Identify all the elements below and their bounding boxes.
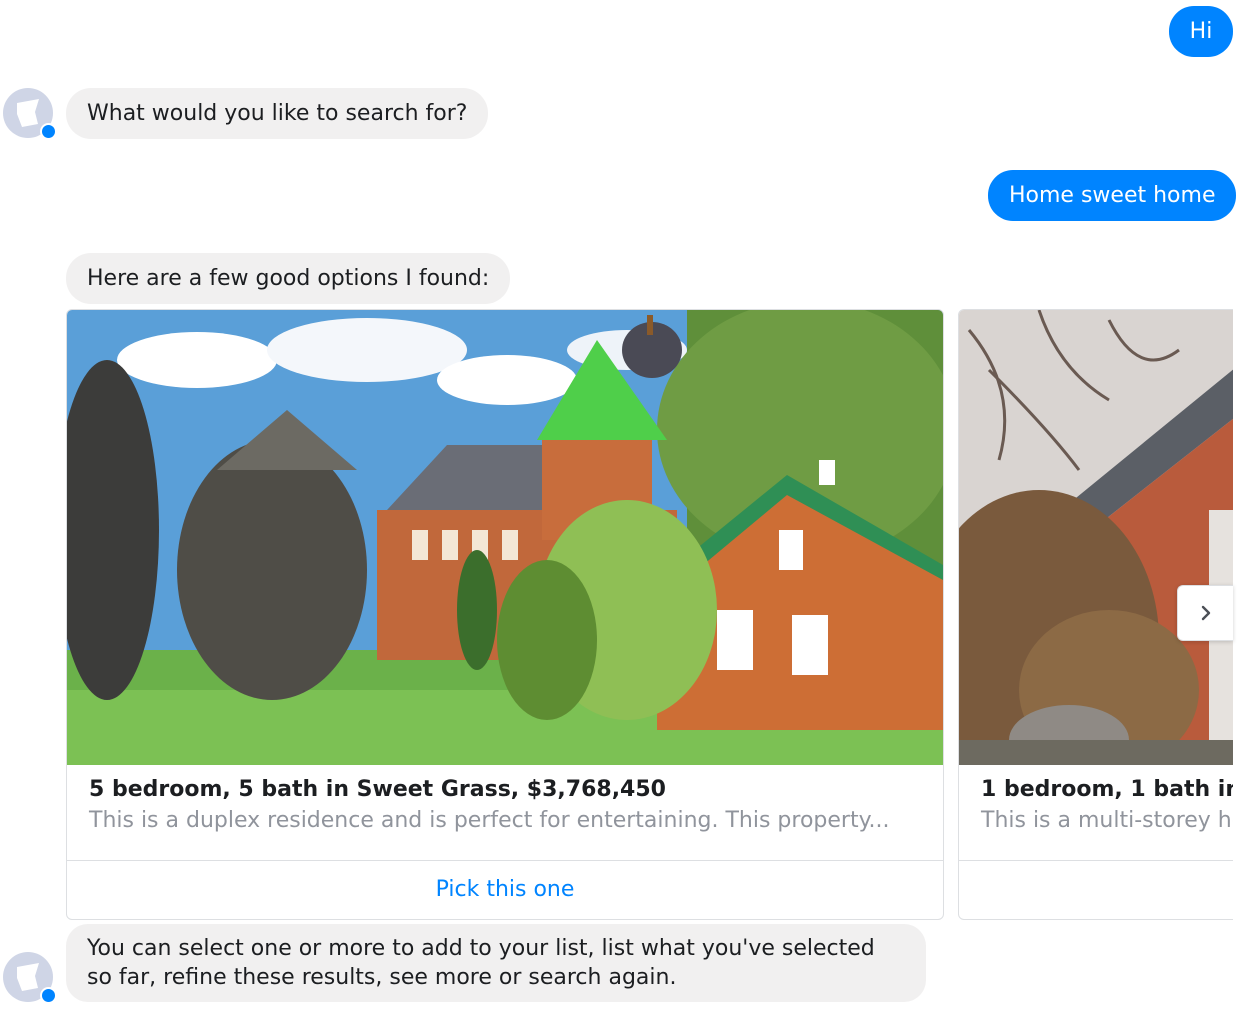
card-subtitle: This is a multi-storey hc: [981, 808, 1239, 833]
bot-message-options: Here are a few good options I found:: [66, 253, 511, 304]
carousel-card: 5 bedroom, 5 bath in Sweet Grass, $3,768…: [66, 309, 944, 920]
messenger-badge-icon: [40, 123, 57, 140]
bot-message-question: What would you like to search for?: [66, 88, 489, 139]
bot-avatar: [3, 88, 57, 140]
user-message-query: Home sweet home: [988, 170, 1237, 221]
card-action-button[interactable]: [959, 861, 1239, 918]
carousel-next-button[interactable]: [1177, 585, 1233, 641]
bot-avatar: [3, 952, 57, 1004]
house-image[interactable]: [959, 310, 1239, 765]
card-title: 5 bedroom, 5 bath in Sweet Grass, $3,768…: [89, 777, 666, 802]
bot-message-instructions: You can select one or more to add to you…: [66, 924, 926, 1002]
user-message-hi: Hi: [1169, 6, 1233, 57]
house-image[interactable]: [67, 310, 943, 765]
messenger-badge-icon: [40, 987, 57, 1004]
card-title: 1 bedroom, 1 bath in S: [981, 777, 1239, 802]
card-subtitle: This is a duplex residence and is perfec…: [89, 808, 890, 833]
chevron-right-icon: [1201, 605, 1210, 621]
carousel-clip-edge: [1233, 300, 1239, 925]
pick-this-one-button[interactable]: Pick this one: [67, 861, 943, 918]
